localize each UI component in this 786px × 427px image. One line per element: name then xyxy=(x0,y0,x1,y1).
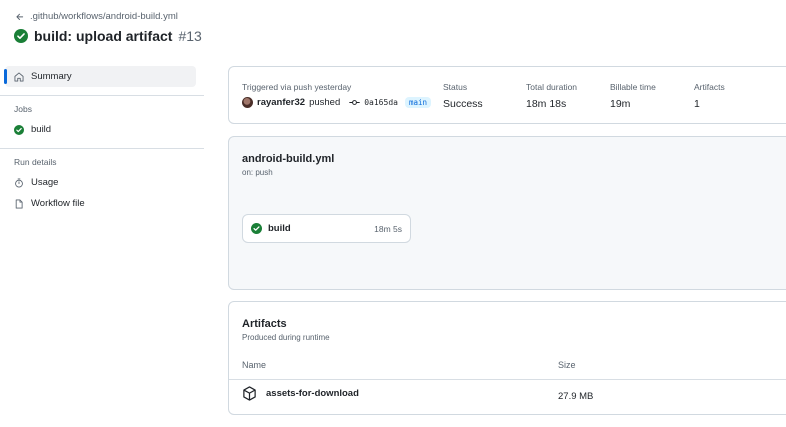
arrow-left-icon xyxy=(16,13,24,20)
run-title-text: build: upload artifact xyxy=(34,28,173,44)
table-divider xyxy=(229,379,786,380)
sidebar-item-usage[interactable]: Usage xyxy=(5,172,200,193)
sidebar-divider xyxy=(0,148,204,149)
branch-badge[interactable]: main xyxy=(404,97,432,108)
job-node-label: build xyxy=(268,223,291,234)
stopwatch-icon xyxy=(15,178,23,187)
artifacts-subtitle: Produced during runtime xyxy=(242,333,330,342)
job-node-build[interactable]: build 18m 5s xyxy=(242,214,411,243)
column-header-name: Name xyxy=(242,360,267,370)
run-details-heading: Run details xyxy=(14,157,57,167)
sidebar: Summary Jobs build Run details Usage Wor… xyxy=(0,66,204,214)
check-circle-fill-icon xyxy=(14,29,28,43)
billable-value: 19m xyxy=(610,98,631,110)
file-icon xyxy=(15,199,23,208)
check-circle-fill-icon xyxy=(14,124,24,135)
sidebar-divider xyxy=(0,95,204,96)
status-value: Success xyxy=(443,98,483,110)
actor-link[interactable]: rayanfer32 xyxy=(257,97,305,108)
push-action-text: pushed xyxy=(309,97,341,108)
column-header-size: Size xyxy=(558,360,576,370)
artifact-name-link[interactable]: assets-for-download xyxy=(266,388,359,399)
package-icon xyxy=(243,386,256,401)
table-row[interactable]: assets-for-download xyxy=(242,386,359,401)
sidebar-item-job-build[interactable]: build xyxy=(5,119,200,140)
commit-sha-link[interactable]: 0a165da xyxy=(364,98,398,107)
status-label: Status xyxy=(443,82,468,92)
artifacts-card: Artifacts Produced during runtime Name S… xyxy=(228,301,786,415)
billable-label: Billable time xyxy=(610,82,656,92)
duration-value: 18m 18s xyxy=(526,98,567,110)
sidebar-item-workflow-file[interactable]: Workflow file xyxy=(5,193,200,214)
workflow-name: android-build.yml xyxy=(242,153,335,165)
artifacts-count-value[interactable]: 1 xyxy=(694,98,700,110)
sidebar-item-label: Workflow file xyxy=(31,198,85,209)
sidebar-item-summary[interactable]: Summary xyxy=(4,66,196,87)
back-link-label[interactable]: .github/workflows/android-build.yml xyxy=(30,11,178,22)
artifact-size: 27.9 MB xyxy=(558,391,594,402)
run-title: build: upload artifact #13 xyxy=(14,28,202,44)
run-summary-card: Triggered via push yesterday rayanfer32 … xyxy=(228,66,786,124)
trigger-label: Triggered via push yesterday xyxy=(242,82,352,92)
git-commit-icon xyxy=(349,100,360,105)
workflow-graph-card: android-build.yml on: push build 18m 5s xyxy=(228,136,786,290)
jobs-heading: Jobs xyxy=(14,104,32,114)
check-circle-fill-icon xyxy=(251,223,262,234)
duration-label: Total duration xyxy=(526,82,578,92)
sidebar-item-label: Summary xyxy=(31,71,72,82)
workflow-trigger: on: push xyxy=(242,168,273,177)
sidebar-item-label: build xyxy=(31,124,52,135)
run-number: #13 xyxy=(178,28,202,44)
artifacts-title: Artifacts xyxy=(242,318,287,330)
artifacts-count-label: Artifacts xyxy=(694,82,725,92)
sidebar-item-label: Usage xyxy=(31,177,59,188)
back-to-workflow-link[interactable]: .github/workflows/android-build.yml xyxy=(15,11,178,22)
push-info: rayanfer32 pushed 0a165da main xyxy=(242,97,432,108)
home-icon xyxy=(14,72,24,81)
avatar[interactable] xyxy=(242,97,253,108)
job-node-duration: 18m 5s xyxy=(374,223,402,234)
